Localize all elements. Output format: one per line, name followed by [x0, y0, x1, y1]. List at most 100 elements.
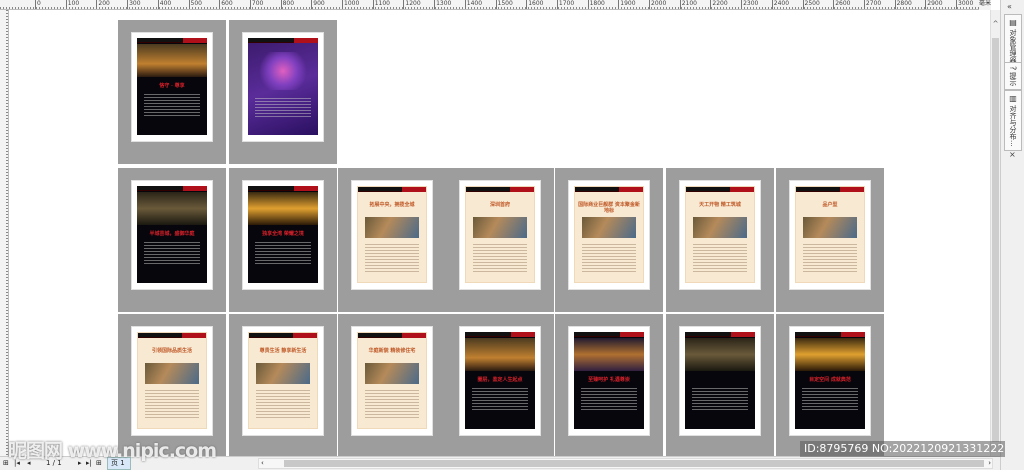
drawing-canvas[interactable]: 恪守 · 尊享半城芸城，盛御华庭 独享全湾 荣耀之境 拓展中央，拥揽全城 深圳首府 国际…: [10, 11, 990, 458]
ad-header-band: [575, 187, 643, 192]
watermark-id: ID:8795769 NO:20221209213312226126: [800, 441, 1005, 457]
ruler-tick-label: 3000: [956, 0, 973, 9]
vertical-scrollbar[interactable]: ^: [990, 10, 1000, 456]
ad-header-band: [249, 333, 317, 338]
page-thumbnail[interactable]: 至臻呵护 礼遇尊崇: [555, 314, 663, 458]
ad-artwork: 国际商业巨舰群 资本聚金新地标: [574, 186, 644, 283]
ad-artwork: 恪守 · 尊享: [137, 38, 207, 135]
ad-photo: [137, 192, 207, 225]
ad-header-band: [137, 38, 207, 43]
scroll-up-icon[interactable]: ^: [991, 20, 1000, 28]
ad-header-band: [574, 332, 644, 337]
scrollbar-thumb[interactable]: [992, 38, 999, 442]
page-sheet: 尊贵生活 静享新生活: [242, 326, 324, 436]
ad-body-text: [364, 244, 420, 273]
scroll-left-icon[interactable]: ‹: [261, 459, 264, 467]
ad-headline: 引领国际品质生活: [151, 348, 192, 355]
ad-body-text: [581, 244, 637, 273]
ad-artwork: 天工开物 精工筑城: [685, 186, 755, 283]
page-sheet: 独享全湾 荣耀之境: [242, 180, 324, 290]
ad-artwork: 独享全湾 荣耀之境: [248, 186, 318, 283]
page-sheet: 天工开物 精工筑城: [679, 180, 761, 290]
ad-photo: [581, 217, 637, 239]
page-thumbnail[interactable]: 圈层，鉴定人生起点: [446, 314, 554, 458]
ad-headline: 独享全湾 荣耀之境: [262, 230, 304, 237]
page-thumbnail[interactable]: 恪守 · 尊享: [118, 20, 226, 164]
tab-object-manager[interactable]: ▤ 对象管理器: [1004, 14, 1022, 68]
ad-photo: [248, 192, 318, 225]
page-sheet: 拓展中央，拥揽全城: [351, 180, 433, 290]
ruler-tick-label: 2100: [679, 0, 697, 9]
ad-photo: [685, 338, 755, 371]
page-thumbnail[interactable]: 目定空间 成就典范: [776, 314, 884, 458]
ad-headline: 恪守 · 尊享: [159, 82, 185, 89]
page-thumbnail[interactable]: 国际商业巨舰群 资本聚金新地标: [555, 168, 663, 312]
ad-header-band: [796, 187, 864, 192]
ruler-tick-label: 1500: [495, 0, 513, 9]
ad-artwork: 半城芸城，盛御华庭: [137, 186, 207, 283]
page-thumbnail[interactable]: [666, 314, 774, 458]
page-sheet: 国际商业巨舰群 资本聚金新地标: [568, 180, 650, 290]
ruler-tick-label: 2900: [925, 0, 943, 9]
scrollbar-thumb[interactable]: [284, 460, 984, 467]
ad-headline: 深圳首府: [489, 202, 510, 209]
ad-body-text: [692, 244, 748, 273]
ruler-unit-label: 毫米: [979, 0, 992, 10]
ad-body-text: [255, 242, 311, 264]
tab-align-distribute[interactable]: ▥ 对齐与分布...: [1004, 90, 1022, 151]
ruler-tick-label: 700: [249, 0, 263, 9]
ruler-tick-label: 1900: [618, 0, 636, 9]
ad-header-band: [358, 187, 426, 192]
page-sheet: 华庭新貌 精装修住宅: [351, 326, 433, 436]
ruler-tick-label: 2800: [894, 0, 912, 9]
ad-artwork: 品户型: [795, 186, 865, 283]
ad-artwork: 引领国际品质生活: [137, 332, 207, 429]
horizontal-ruler[interactable]: 0 100 200 300 400 500 600 700 800 900 1000 1100 1200…: [0, 0, 990, 10]
page-thumbnail[interactable]: 深圳首府: [446, 168, 554, 312]
page-thumbnail[interactable]: 拓展中央，拥揽全城: [338, 168, 446, 312]
ruler-tick-label: 300: [127, 0, 141, 9]
ruler-tick-label: 2500: [802, 0, 820, 9]
scroll-right-icon[interactable]: ›: [988, 459, 991, 467]
page-thumbnail[interactable]: 独享全湾 荣耀之境: [229, 168, 337, 312]
page-thumbnail[interactable]: 尊贵生活 静享新生活: [229, 314, 337, 458]
tab-label: 提示: [1009, 72, 1017, 87]
ruler-tick-label: 100: [65, 0, 79, 9]
page-thumbnail[interactable]: 天工开物 精工筑城: [666, 168, 774, 312]
vertical-ruler[interactable]: [0, 10, 9, 456]
ruler-tick-label: 2200: [710, 0, 728, 9]
ruler-tick-label: 1600: [526, 0, 543, 9]
ruler-tick-label: 2000: [649, 0, 666, 9]
ad-headline: 国际商业巨舰群 资本聚金新地标: [578, 202, 640, 215]
ad-artwork: [685, 332, 755, 429]
ad-photo: [137, 44, 207, 77]
page-thumbnail[interactable]: [229, 20, 337, 164]
ad-header-band: [685, 332, 755, 337]
page-thumbnail[interactable]: 品户型: [776, 168, 884, 312]
ruler-tick-label: 1300: [434, 0, 451, 9]
tab-hints[interactable]: ? 提示: [1004, 62, 1022, 91]
ad-photo: [802, 217, 858, 239]
collapse-icon[interactable]: «: [1007, 2, 1012, 11]
ad-body-text: [364, 390, 420, 419]
ad-artwork: [248, 38, 318, 135]
ruler-tick-label: 2400: [771, 0, 789, 9]
ad-headline: 天工开物 精工筑城: [699, 202, 741, 209]
ad-body-text: [692, 388, 748, 410]
ad-header-band: [358, 333, 426, 338]
ad-body-text: [144, 390, 200, 419]
ad-body-text: [802, 388, 858, 410]
docker-panel: « ▤ 对象管理器 ? 提示 ▥ 对齐与分布... ×: [1000, 0, 1024, 470]
ad-artwork: 圈层，鉴定人生起点: [465, 332, 535, 429]
watermark-logo: 昵图网 www.nipic.com: [8, 440, 217, 462]
ad-headline: 尊贵生活 静享新生活: [259, 348, 307, 355]
ad-photo: [795, 338, 865, 371]
close-icon[interactable]: ×: [1009, 150, 1016, 159]
ruler-tick-label: 1700: [556, 0, 574, 9]
page-thumbnail[interactable]: 华庭新貌 精装修住宅: [338, 314, 446, 458]
ad-artwork: 尊贵生活 静享新生活: [248, 332, 318, 429]
ruler-tick-label: 1100: [372, 0, 390, 9]
ad-header-band: [795, 332, 865, 337]
horizontal-scrollbar[interactable]: ‹ ›: [258, 458, 993, 469]
page-thumbnail[interactable]: 半城芸城，盛御华庭: [118, 168, 226, 312]
